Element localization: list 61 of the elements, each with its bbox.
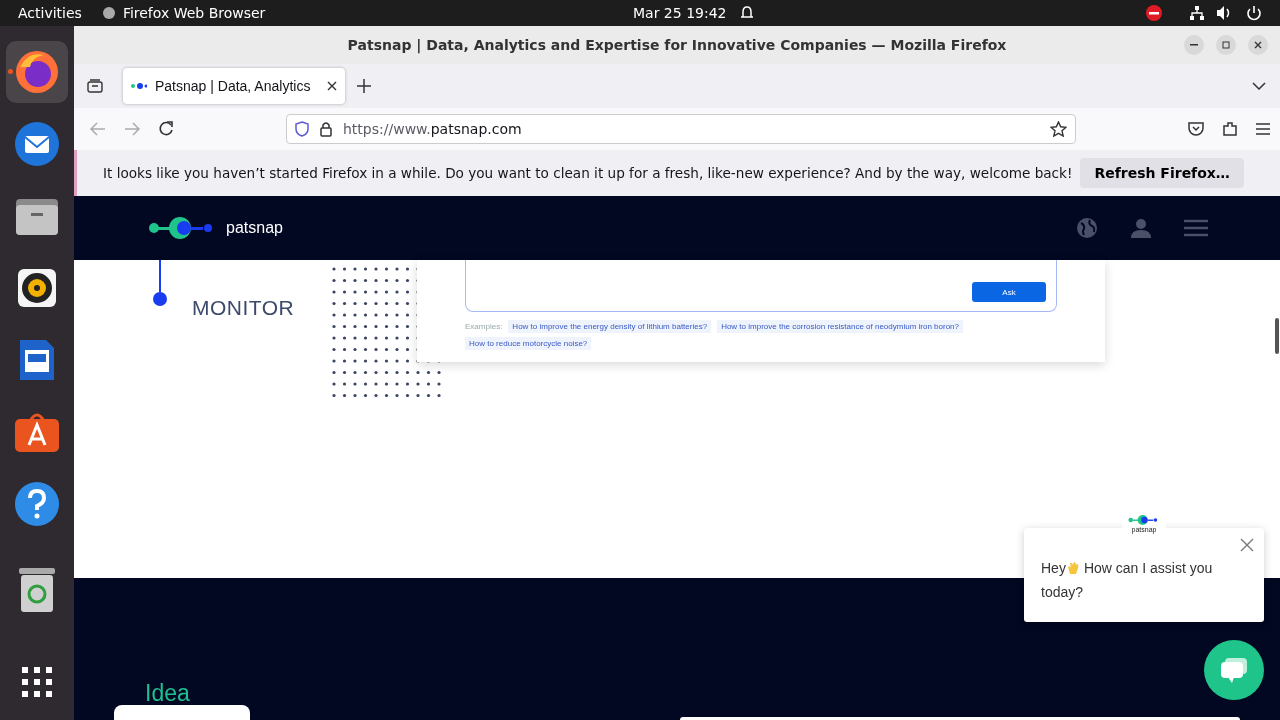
app-menu[interactable]: Firefox Web Browser [122,5,266,21]
chat-greeting: Hey [1041,559,1066,578]
logo-icon [1128,514,1160,526]
minimize-icon [1190,44,1198,46]
waving-hand-icon [1066,561,1081,575]
minimize-button[interactable] [1184,35,1204,55]
examples-label: Examples: [465,322,503,331]
example-chip[interactable]: How to improve the corrosion resistance of neodymium iron boron? [717,320,963,333]
close-icon [1254,41,1262,49]
close-icon[interactable] [327,81,337,91]
bell-icon [740,5,754,21]
example-chip[interactable]: How to improve the energy density of lithium batteries? [508,320,712,333]
menu-icon[interactable] [1184,219,1208,237]
document-icon [18,338,56,382]
window-title: Patsnap | Data, Analytics and Expertise for Innovative Companies — Mozilla Firefox [347,37,1007,53]
tab-overview-icon[interactable] [87,79,103,93]
refresh-button[interactable]: Refresh Firefox… [1080,158,1244,188]
example-chip[interactable]: How to reduce motorcycle noise? [465,337,592,350]
step-label: MONITOR [192,296,296,320]
timeline-line [159,260,161,292]
app-grid-icon[interactable] [21,666,53,698]
extensions-icon[interactable] [1222,121,1238,137]
speaker-icon [17,268,57,308]
user-icon[interactable] [1130,217,1152,239]
scrollbar-thumb[interactable] [1275,318,1279,354]
question-field[interactable]: Ask [465,260,1057,312]
browser-tab[interactable]: Patsnap | Data, Analytics [123,68,345,104]
mail-icon [13,120,61,168]
star-icon[interactable] [1050,121,1067,137]
chat-message: today? [1041,583,1084,602]
menu-icon[interactable] [1256,123,1270,135]
address-bar[interactable]: https://www.patsnap.com [286,114,1076,144]
close-button[interactable] [1248,35,1268,55]
status-icon [1146,5,1162,21]
shield-icon [295,121,309,137]
pocket-icon[interactable] [1188,121,1204,137]
maximize-button[interactable] [1216,35,1236,55]
ask-button[interactable]: Ask [972,282,1046,302]
network-icon [1189,5,1205,21]
reload-icon[interactable] [158,121,174,137]
logo-text: patsnap [226,219,283,237]
notification-message: It looks like you haven’t started Firefox in a while. Do you want to clean it up for a fresh, like-new experience? And by the way, welcome back! [103,165,1073,181]
lock-icon [319,121,333,137]
shopping-bag-icon [14,411,60,453]
new-tab-icon[interactable] [357,79,371,93]
maximize-icon [1222,41,1230,49]
clock[interactable]: Mar 25 19:42 [633,5,727,21]
activities-button[interactable]: Activities [18,5,82,21]
chat-message: How can I assist you [1083,559,1213,578]
power-icon [1246,5,1262,21]
chevron-down-icon[interactable] [1252,82,1266,90]
globe-icon[interactable] [1076,217,1098,239]
dock-item[interactable] [6,41,68,103]
chat-bubble-icon [1219,655,1249,685]
timeline-dot [153,292,167,306]
volume-icon [1216,5,1232,21]
trash-icon [17,567,57,613]
url-text: https://www.patsnap.com [343,121,522,137]
site-icon [131,82,147,90]
help-icon [14,481,60,527]
section-heading: Idea [145,681,191,705]
